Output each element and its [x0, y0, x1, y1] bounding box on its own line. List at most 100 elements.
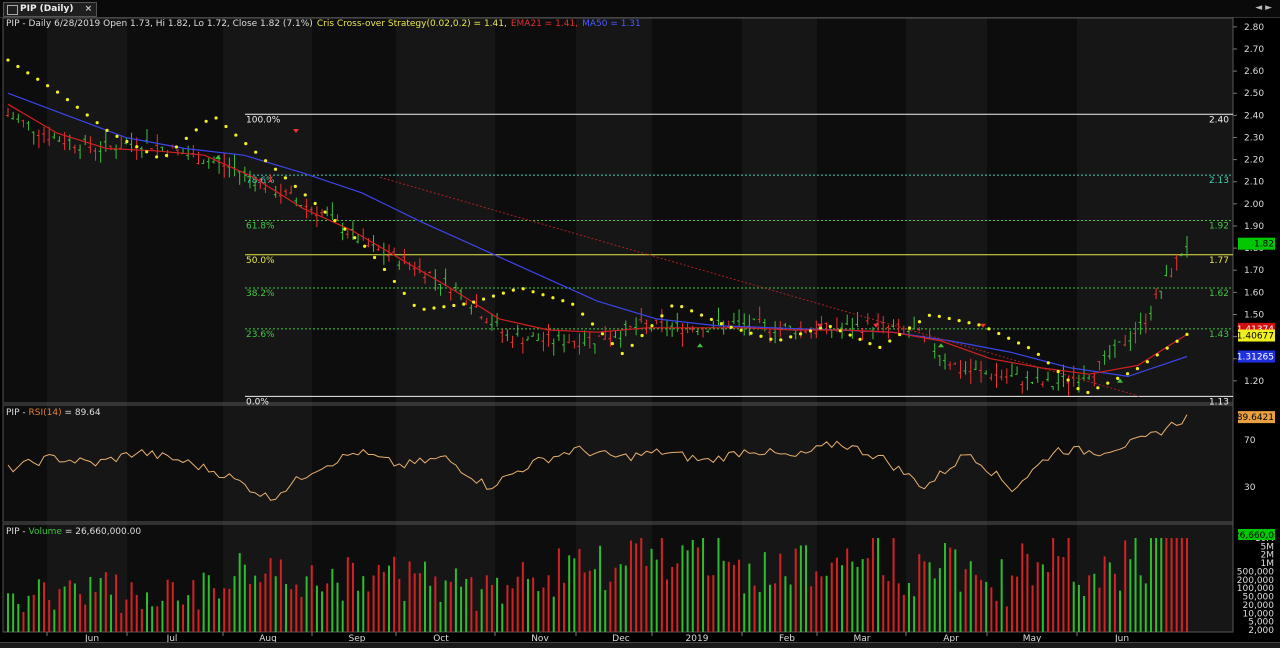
sar-dot [938, 315, 941, 318]
volume-bar [187, 595, 189, 632]
volume-bar [553, 597, 555, 632]
volume-bar [681, 545, 683, 632]
volume-bar [506, 585, 508, 632]
header-ind1: Cris Cross-over Strategy(0.02,0.2) = 1.4… [317, 19, 507, 29]
sheet-tabs-bar[interactable] [0, 642, 1280, 648]
volume-bar [790, 584, 792, 632]
sar-dot [621, 352, 624, 355]
sar-dot [343, 228, 346, 231]
sar-dot [284, 176, 287, 179]
volume-header-name: Volume [28, 527, 62, 537]
volume-bar [28, 596, 30, 632]
volume-bar [759, 592, 761, 632]
volume-bar [331, 569, 333, 632]
volume-bar [1129, 559, 1131, 632]
volume-bar [996, 601, 998, 632]
chart-tab[interactable]: PIP (Daily) × [3, 2, 97, 17]
sar-dot [601, 332, 604, 335]
volume-bar [491, 585, 493, 632]
volume-bar [1047, 572, 1049, 632]
sar-dot [145, 150, 148, 153]
sar-dot [918, 320, 921, 323]
volume-bar [1026, 554, 1028, 632]
volume-bar [934, 578, 936, 632]
volume-bar [1083, 596, 1085, 632]
sar-dot [96, 121, 99, 124]
volume-bar [877, 538, 879, 632]
sar-dot [353, 236, 356, 239]
volume-bar [306, 576, 308, 632]
volume-bar [79, 594, 81, 632]
volume-bar [378, 565, 380, 632]
volume-bar [795, 549, 797, 632]
sar-dot [175, 145, 178, 148]
fib-value-label: 1.13 [1209, 397, 1229, 407]
sar-dot [1156, 353, 1159, 356]
volume-bar [223, 588, 225, 632]
month-band [495, 18, 576, 632]
volume-bar [1171, 538, 1173, 632]
chart-tab-label: PIP (Daily) [20, 4, 73, 14]
volume-bar [455, 568, 457, 632]
volume-bar [285, 584, 287, 632]
volume-header: PIP - Volume = 26,660,000.00 [6, 527, 141, 537]
volume-bar [7, 593, 9, 632]
x-axis-month-label: Oct [433, 634, 449, 642]
sar-dot [759, 335, 762, 338]
volume-bar [939, 568, 941, 632]
scroll-arrows-icon[interactable]: ◄ ► [1255, 3, 1272, 13]
sar-dot [858, 338, 861, 341]
volume-bar [589, 571, 591, 632]
volume-bar [666, 579, 668, 632]
volume-bar [1006, 606, 1008, 632]
sar-dot [1136, 367, 1139, 370]
volume-bar [151, 606, 153, 632]
close-tab-icon[interactable]: × [85, 4, 93, 14]
volume-bar [1078, 585, 1080, 632]
sar-dot [264, 159, 267, 162]
volume-bar [419, 573, 421, 632]
volume-bar [64, 587, 66, 632]
fib-value-label: 1.43 [1209, 330, 1229, 340]
sar-dot [532, 290, 535, 293]
volume-bar [501, 604, 503, 632]
sar-dot [730, 326, 733, 329]
chart-canvas[interactable]: PIP - Daily 6/28/2019 Open 1.73, Hi 1.82… [0, 17, 1280, 642]
price-axis-label: 2.60 [1244, 67, 1264, 77]
volume-bar [558, 548, 560, 632]
month-band [987, 18, 1077, 632]
sar-dot [383, 268, 386, 271]
sar-dot [403, 292, 406, 295]
volume-bar [717, 538, 719, 632]
volume-bar [604, 590, 606, 632]
volume-bar [476, 611, 478, 632]
volume-bar [512, 588, 514, 632]
volume-bar [1186, 538, 1188, 632]
sar-dot [1027, 346, 1030, 349]
volume-bar [584, 572, 586, 632]
volume-bar [522, 562, 524, 632]
volume-bar [465, 579, 467, 632]
sar-dot [522, 287, 525, 290]
volume-bar [156, 606, 158, 632]
sar-dot [442, 305, 445, 308]
month-band [1077, 18, 1233, 632]
volume-bar [1135, 538, 1137, 632]
sar-dot [393, 280, 396, 283]
volume-bar [1068, 538, 1070, 632]
sar-dot [492, 295, 495, 298]
sar-dot [502, 292, 505, 295]
volume-bar [867, 558, 869, 632]
sar-dot [214, 116, 217, 119]
sar-dot [1007, 337, 1010, 340]
volume-bar [887, 581, 889, 632]
volume-bar [1109, 562, 1111, 632]
fib-value-label: 2.13 [1209, 176, 1229, 186]
sar-dot [115, 135, 118, 138]
sar-dot [135, 145, 138, 148]
volume-bar [17, 604, 19, 632]
volume-bar [300, 597, 302, 632]
sar-dot [1166, 346, 1169, 349]
sar-dot [482, 298, 485, 301]
volume-bar [48, 600, 50, 632]
